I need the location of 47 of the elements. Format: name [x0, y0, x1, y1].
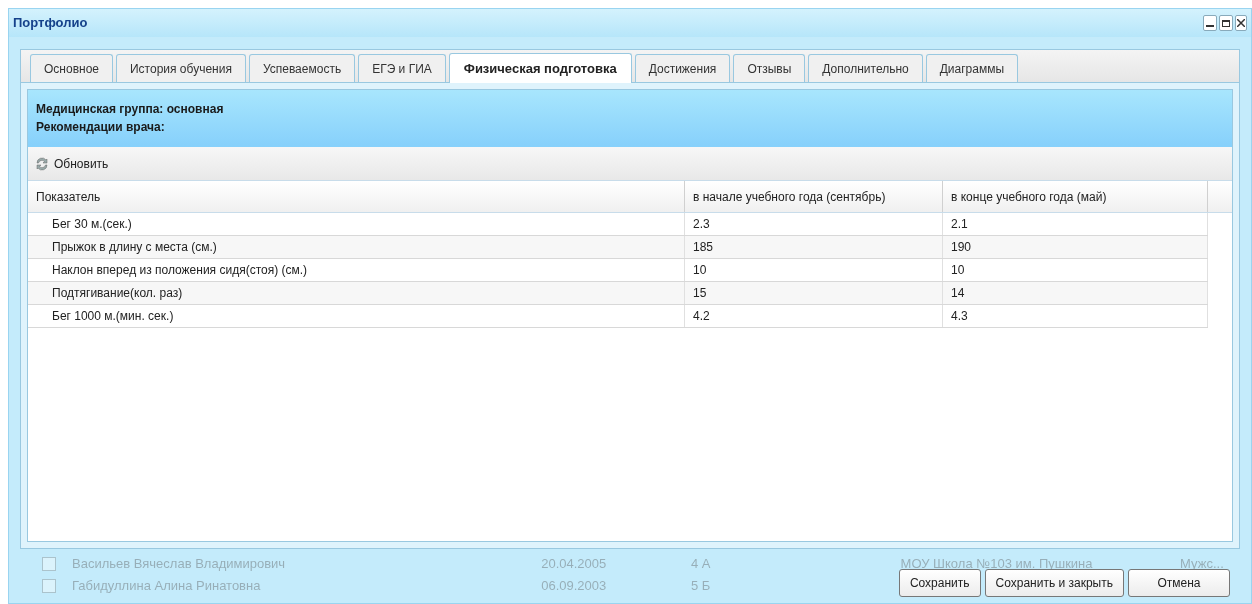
table-cell: 15 [685, 282, 943, 304]
table-cell: Наклон вперед из положения сидя(стоя) (см.) [28, 259, 685, 281]
close-icon [1237, 19, 1245, 27]
dialog-button[interactable]: Сохранить [898, 569, 981, 597]
tab[interactable]: Успеваемость [248, 54, 356, 82]
close-button[interactable] [1235, 15, 1247, 31]
table-cell: Прыжок в длину с места (см.) [28, 236, 685, 258]
tab[interactable]: Отзывы [733, 54, 806, 82]
column-header[interactable]: в начале учебного года (сентябрь) [685, 181, 943, 212]
tab[interactable]: Диаграммы [925, 54, 1019, 82]
table-cell: 10 [943, 259, 1208, 281]
dialog-button[interactable]: Отмена [1128, 569, 1230, 597]
background-list-text: Габидуллина Алина Ринатовна [72, 577, 262, 596]
doctor-recommendations-label: Рекомендации врача: [36, 119, 166, 136]
refresh-icon [34, 155, 50, 172]
table-cell: 190 [943, 236, 1208, 258]
tab[interactable]: Физическая подготовка [448, 53, 632, 83]
maximize-button[interactable] [1219, 15, 1233, 31]
column-header[interactable]: Показатель [28, 181, 685, 212]
table-cell: 2.3 [685, 213, 943, 235]
background-list-text: 5 Б [690, 577, 712, 596]
table-cell: 4.3 [943, 305, 1208, 327]
tab[interactable]: Основное [30, 54, 113, 82]
table-cell: Бег 30 м.(сек.) [28, 213, 685, 235]
refresh-button[interactable]: Обновить [34, 154, 109, 173]
background-list-text: 20.04.2005 [541, 555, 608, 574]
table-cell: Бег 1000 м.(мин. сек.) [28, 305, 685, 327]
checkbox-icon [42, 557, 56, 571]
table-cell: 185 [685, 236, 943, 258]
background-list-text: 06.09.2003 [541, 577, 608, 596]
background-list-text: 4 А [690, 555, 712, 574]
tab[interactable]: Дополнительно [808, 54, 923, 82]
column-header[interactable]: в конце учебного года (май) [943, 181, 1208, 212]
table-cell: 4.2 [685, 305, 943, 327]
tab[interactable]: ЕГЭ и ГИА [358, 54, 446, 82]
table-cell: 10 [685, 259, 943, 281]
background-list-text: Васильев Вячеслав Владимирович [72, 555, 287, 574]
checkbox-icon [42, 579, 56, 593]
dialog-button[interactable]: Сохранить и закрыть [984, 569, 1124, 597]
table-cell: Подтягивание(кол. раз) [28, 282, 685, 304]
tab[interactable]: Достижения [634, 54, 731, 82]
window-title: Портфолио [13, 14, 88, 33]
medical-group-label: Медицинская группа: основная [36, 101, 225, 118]
table-cell: 14 [943, 282, 1208, 304]
table-cell: 2.1 [943, 213, 1208, 235]
minimize-button[interactable] [1203, 15, 1217, 31]
tab[interactable]: История обучения [116, 54, 246, 82]
